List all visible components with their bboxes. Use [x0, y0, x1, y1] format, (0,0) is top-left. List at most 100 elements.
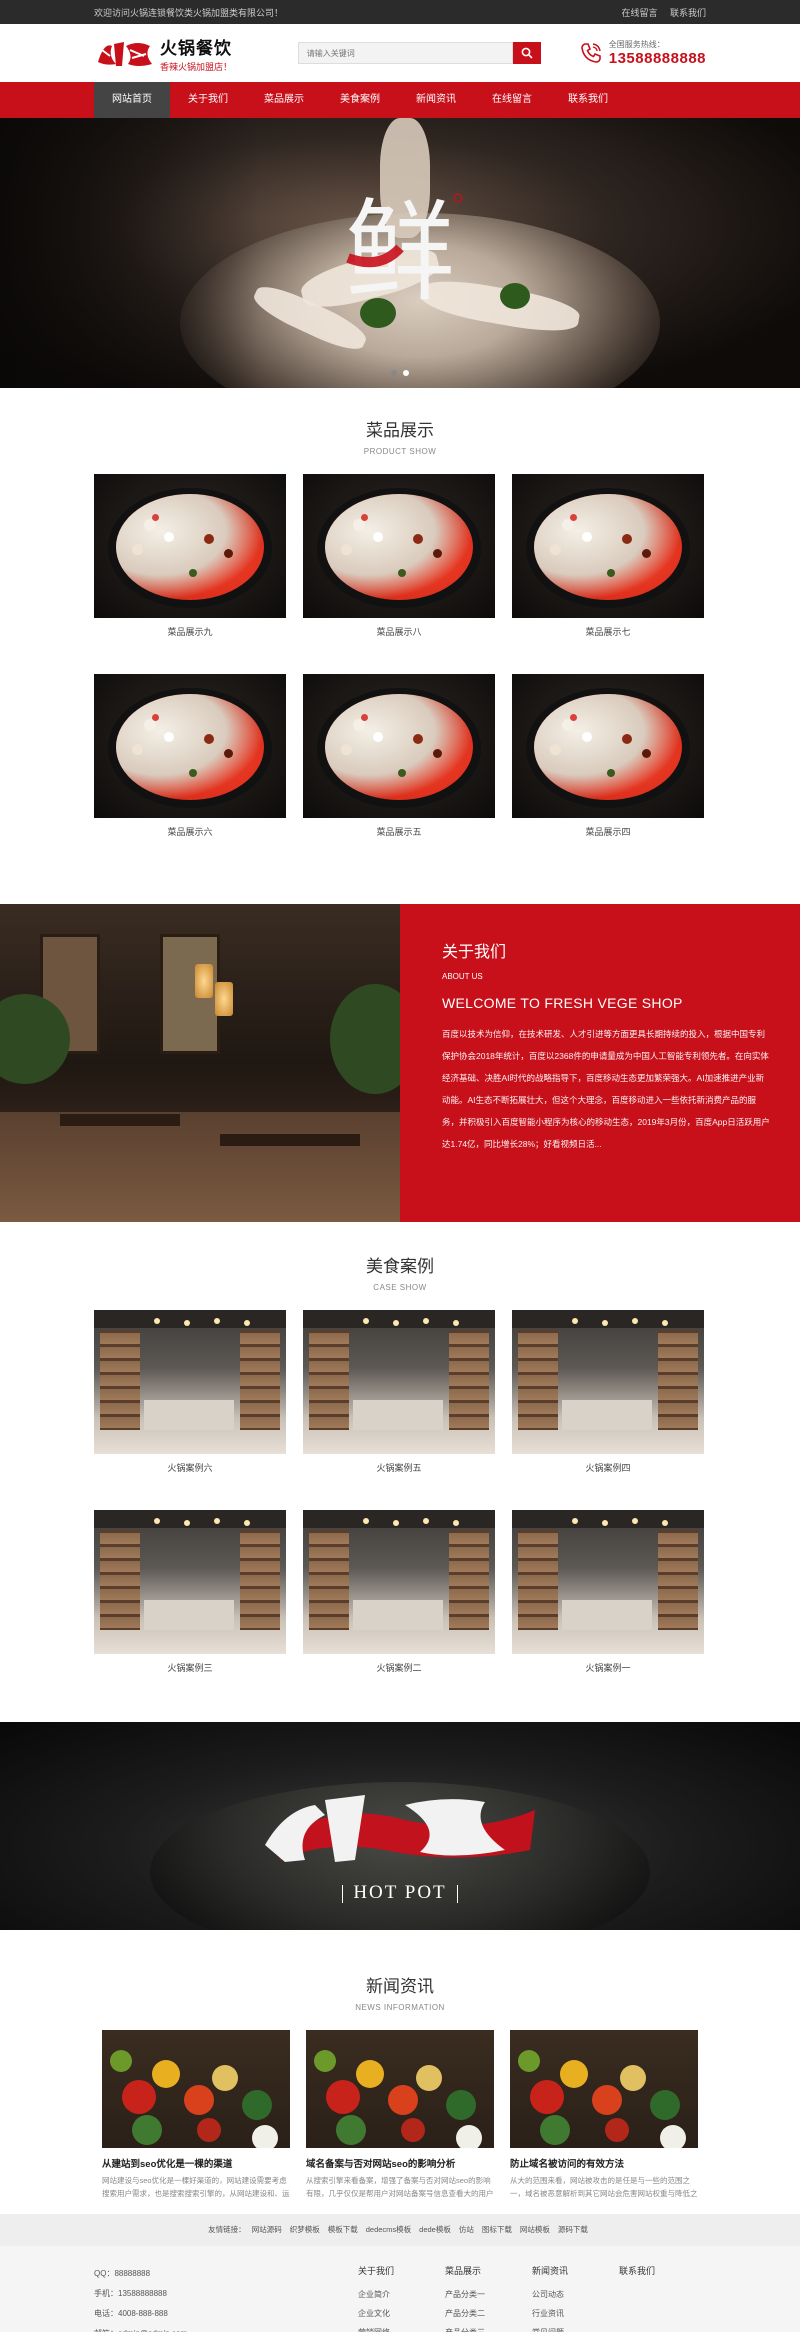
product-image[interactable] [303, 474, 495, 618]
product-caption[interactable]: 菜品展示八 [303, 625, 495, 638]
footer-link[interactable]: 企业文化 [358, 2304, 445, 2323]
nav-item-products[interactable]: 菜品展示 [246, 82, 322, 118]
case-image[interactable] [303, 1310, 495, 1454]
product-card[interactable]: 菜品展示九 [94, 474, 286, 674]
case-image[interactable] [512, 1310, 704, 1454]
case-card[interactable]: 火锅案例五 [303, 1310, 495, 1510]
hotpot-detail [132, 744, 143, 755]
news-item[interactable]: 从建站到seo优化是一棵的渠道 网站建设与seo优化是一棵好渠道的，网站建设需要考… [102, 2030, 290, 2200]
nav-item-news[interactable]: 新闻资讯 [398, 82, 474, 118]
footer-link[interactable]: 公司动态 [532, 2285, 619, 2304]
case-image[interactable] [303, 1510, 495, 1654]
friend-link[interactable]: 织梦模板 [290, 2225, 320, 2234]
hotpot-detail [582, 732, 592, 742]
footer-column-title[interactable]: 关于我们 [358, 2264, 445, 2277]
product-image[interactable] [512, 474, 704, 618]
search-input[interactable] [297, 42, 513, 64]
friend-link[interactable]: 图标下载 [482, 2225, 512, 2234]
news-title[interactable]: 从建站到seo优化是一棵的渠道 [102, 2156, 290, 2170]
site-logo[interactable]: 火锅餐饮 香辣火锅加盟店！ [94, 34, 288, 73]
product-card[interactable]: 菜品展示七 [512, 474, 704, 674]
product-image[interactable] [303, 674, 495, 818]
top-link-contact[interactable]: 联系我们 [670, 8, 706, 18]
product-caption[interactable]: 菜品展示九 [94, 625, 286, 638]
footer-column: 菜品展示产品分类一产品分类二产品分类三产品分类四 [445, 2264, 532, 2332]
vegetable-detail [242, 2090, 272, 2120]
nav-item-about[interactable]: 关于我们 [170, 82, 246, 118]
hotpot-detail [132, 544, 143, 555]
friend-link[interactable]: dedecms模板 [366, 2225, 411, 2234]
friend-link[interactable]: 仿站 [459, 2225, 474, 2234]
news-title[interactable]: 域名备案与否对网站seo的影响分析 [306, 2156, 494, 2170]
vegetable-detail [252, 2125, 278, 2148]
hotpot-detail [582, 532, 592, 542]
footer-column-title[interactable]: 菜品展示 [445, 2264, 532, 2277]
hotpot-detail [341, 544, 352, 555]
footer-link[interactable]: 产品分类二 [445, 2304, 532, 2323]
banner-dot[interactable] [391, 370, 397, 376]
footer-link[interactable]: 常见问题 [532, 2323, 619, 2332]
case-caption[interactable]: 火锅案例六 [94, 1461, 286, 1474]
case-caption[interactable]: 火锅案例二 [303, 1661, 495, 1674]
case-card[interactable]: 火锅案例三 [94, 1510, 286, 1710]
product-caption[interactable]: 菜品展示六 [94, 825, 286, 838]
friend-link[interactable]: 源码下载 [558, 2225, 588, 2234]
top-links: 在线留言 联系我们 [611, 6, 706, 19]
product-image[interactable] [94, 474, 286, 618]
hotpot-detail [622, 534, 632, 544]
case-caption[interactable]: 火锅案例三 [94, 1661, 286, 1674]
nav-item-cases[interactable]: 美食案例 [322, 82, 398, 118]
vegetable-detail [326, 2080, 360, 2114]
shop-ceiling [303, 1310, 495, 1328]
footer-link[interactable]: 企业简介 [358, 2285, 445, 2304]
hero-banner[interactable]: 鲜 [0, 118, 800, 388]
hotpot-detail [413, 734, 423, 744]
footer-link[interactable]: 营销网络 [358, 2323, 445, 2332]
news-item[interactable]: 域名备案与否对网站seo的影响分析 从搜索引擎来看备案，增强了备案与否对网站seo… [306, 2030, 494, 2200]
product-card[interactable]: 菜品展示四 [512, 674, 704, 874]
news-image[interactable] [102, 2030, 290, 2148]
case-image[interactable] [94, 1510, 286, 1654]
footer-column-title[interactable]: 联系我们 [619, 2264, 706, 2277]
news-title[interactable]: 防止域名被访问的有效方法 [510, 2156, 698, 2170]
shop-shelf [309, 1530, 349, 1630]
friend-link[interactable]: 网站模板 [520, 2225, 550, 2234]
friend-link[interactable]: 网站源码 [252, 2225, 282, 2234]
product-caption[interactable]: 菜品展示七 [512, 625, 704, 638]
case-caption[interactable]: 火锅案例五 [303, 1461, 495, 1474]
shop-counter [144, 1400, 234, 1430]
banner-dot-active[interactable] [403, 370, 409, 376]
product-caption[interactable]: 菜品展示四 [512, 825, 704, 838]
top-bar: 欢迎访问火锅连锁餐饮类火锅加盟类有限公司！ 在线留言 联系我们 [0, 0, 800, 24]
news-image[interactable] [510, 2030, 698, 2148]
case-card[interactable]: 火锅案例六 [94, 1310, 286, 1510]
product-image[interactable] [94, 674, 286, 818]
nav-item-home[interactable]: 网站首页 [94, 82, 170, 118]
footer-link[interactable]: 行业资讯 [532, 2304, 619, 2323]
case-caption[interactable]: 火锅案例四 [512, 1461, 704, 1474]
product-card[interactable]: 菜品展示六 [94, 674, 286, 874]
nav-item-message[interactable]: 在线留言 [474, 82, 550, 118]
shop-counter [353, 1600, 443, 1630]
friend-link[interactable]: dede模板 [419, 2225, 451, 2234]
case-caption[interactable]: 火锅案例一 [512, 1661, 704, 1674]
footer-link[interactable]: 产品分类一 [445, 2285, 532, 2304]
news-item[interactable]: 防止域名被访问的有效方法 从大的范围来看，网站被攻击的是任是与一些的范围之一，域名… [510, 2030, 698, 2200]
case-card[interactable]: 火锅案例四 [512, 1310, 704, 1510]
case-card[interactable]: 火锅案例一 [512, 1510, 704, 1710]
product-card[interactable]: 菜品展示八 [303, 474, 495, 674]
case-image[interactable] [512, 1510, 704, 1654]
product-caption[interactable]: 菜品展示五 [303, 825, 495, 838]
news-image[interactable] [306, 2030, 494, 2148]
footer-column-title[interactable]: 新闻资讯 [532, 2264, 619, 2277]
top-link-message[interactable]: 在线留言 [621, 8, 657, 18]
case-image[interactable] [94, 1310, 286, 1454]
nav-item-contact[interactable]: 联系我们 [550, 82, 626, 118]
product-image[interactable] [512, 674, 704, 818]
search-button[interactable] [512, 42, 541, 64]
case-card[interactable]: 火锅案例二 [303, 1510, 495, 1710]
product-card[interactable]: 菜品展示五 [303, 674, 495, 874]
friend-link[interactable]: 模板下载 [328, 2225, 358, 2234]
about-welcome: WELCOME TO FRESH VEGE SHOP [442, 995, 683, 1011]
footer-link[interactable]: 产品分类三 [445, 2323, 532, 2332]
